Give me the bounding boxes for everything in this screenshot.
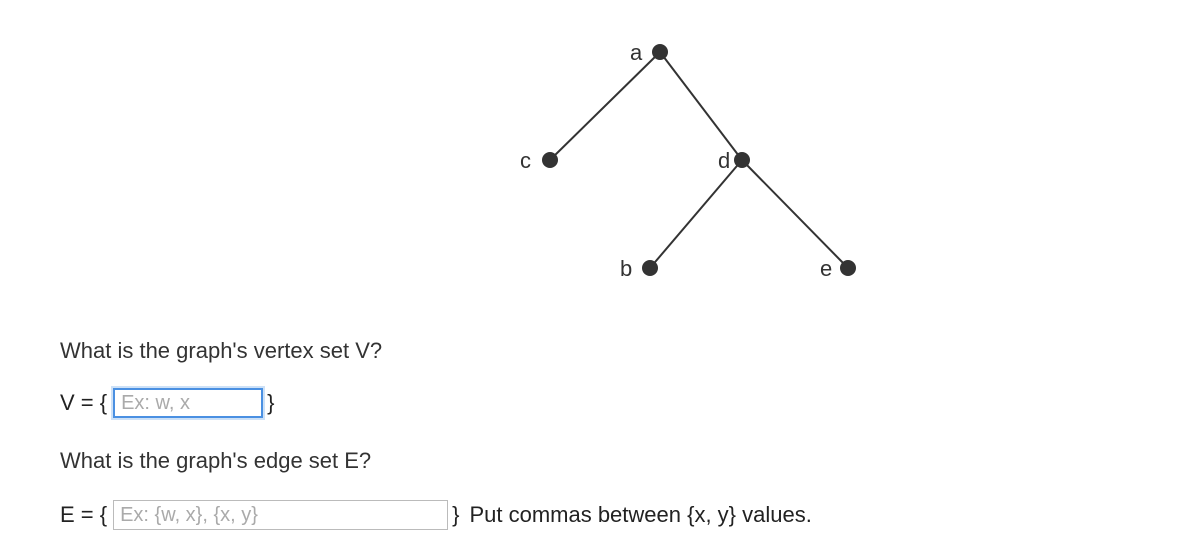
edge-prefix: E = { bbox=[60, 502, 107, 528]
edge-question: What is the graph's edge set E? bbox=[60, 448, 371, 474]
vertex-question: What is the graph's vertex set V? bbox=[60, 338, 382, 364]
node-d bbox=[734, 152, 750, 168]
edge-d-b bbox=[650, 160, 742, 268]
node-e bbox=[840, 260, 856, 276]
graph-diagram: a c d b e bbox=[470, 20, 890, 300]
vertex-prefix: V = { bbox=[60, 390, 107, 416]
node-c bbox=[542, 152, 558, 168]
node-label-c: c bbox=[520, 148, 531, 173]
edge-a-c bbox=[550, 52, 660, 160]
graph-svg: a c d b e bbox=[470, 20, 890, 300]
node-label-b: b bbox=[620, 256, 632, 281]
node-label-a: a bbox=[630, 40, 643, 65]
edge-suffix: } bbox=[452, 502, 459, 528]
edge-d-e bbox=[742, 160, 848, 268]
node-a bbox=[652, 44, 668, 60]
vertex-input[interactable] bbox=[113, 388, 263, 418]
vertex-answer-row: V = { } bbox=[60, 388, 274, 418]
edge-a-d bbox=[660, 52, 742, 160]
node-b bbox=[642, 260, 658, 276]
edge-hint: Put commas between {x, y} values. bbox=[469, 502, 811, 528]
edge-input[interactable] bbox=[113, 500, 448, 530]
vertex-suffix: } bbox=[267, 390, 274, 416]
node-label-d: d bbox=[718, 148, 730, 173]
edge-answer-row: E = { } Put commas between {x, y} values… bbox=[60, 500, 812, 530]
node-label-e: e bbox=[820, 256, 832, 281]
